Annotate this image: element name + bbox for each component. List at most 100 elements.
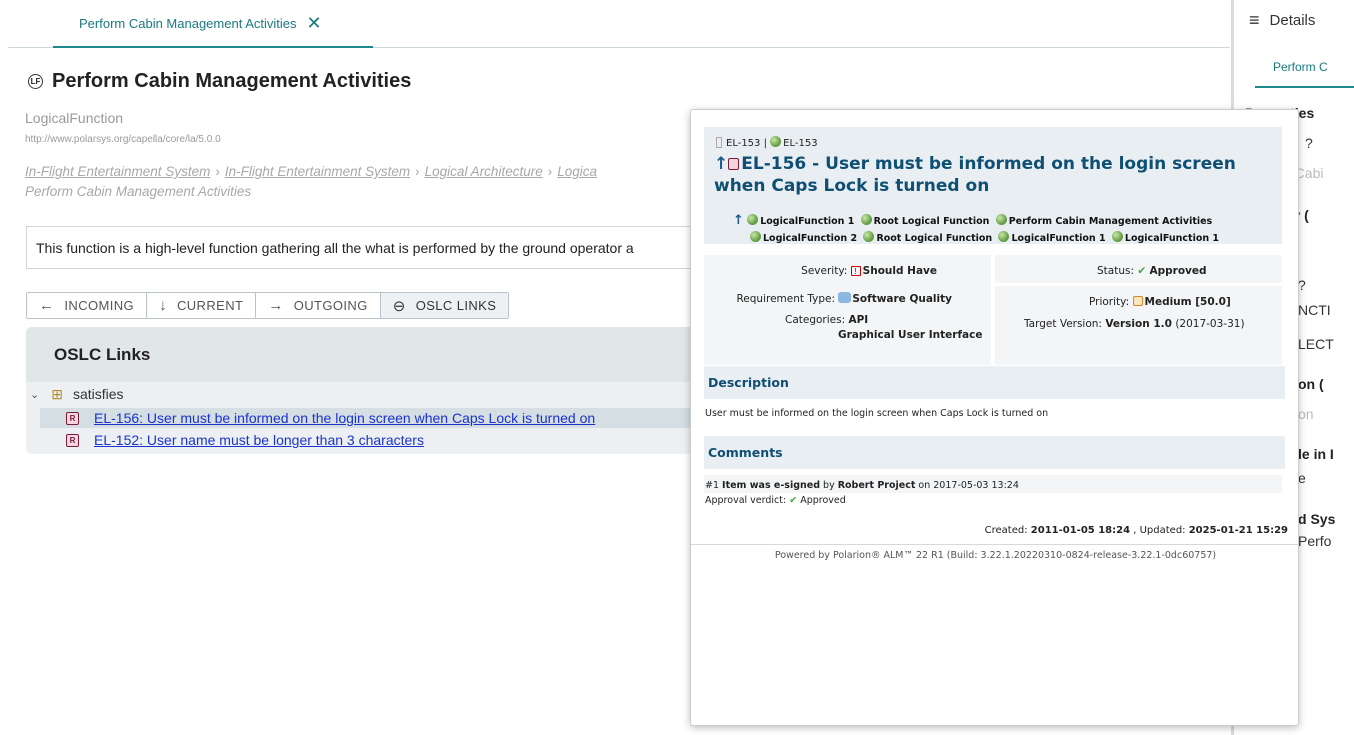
arrow-left-icon: ← (39, 297, 55, 314)
linked-item[interactable]: Root Logical Function (860, 214, 990, 227)
globe-icon (1111, 231, 1123, 242)
details-line: d Sys (1298, 511, 1336, 527)
quality-icon (838, 292, 852, 303)
details-tab[interactable]: Perform C (1255, 48, 1354, 88)
metamodel-uri: http://www.polarsys.org/capella/core/la/… (25, 134, 221, 145)
linked-item[interactable]: Perform Cabin Management Activities (995, 214, 1212, 227)
linked-items-row: LogicalFunction 2 Root Logical Function … (750, 231, 1222, 244)
created-updated: Created: 2011-01-05 18:24 , Updated: 202… (985, 525, 1288, 536)
oslc-link[interactable]: EL-152: User name must be longer than 3 … (94, 432, 424, 448)
description-text: User must be informed on the login scree… (705, 408, 1049, 419)
arrow-up-icon: ↑ (714, 154, 729, 174)
details-line: e (1298, 470, 1306, 486)
comment-date: on 2017-05-03 13:24 (915, 480, 1019, 491)
linked-items-row: ↑ LogicalFunction 1 Root Logical Functio… (733, 213, 1215, 228)
comment-number: #1 (705, 480, 723, 491)
field-value: Medium [50.0] (1144, 296, 1231, 308)
link-icon: ⊖ (392, 297, 406, 315)
list-item[interactable]: R EL-156: User must be informed on the l… (40, 408, 716, 428)
properties-table: Severity: ! Should Have Status: ✔ Approve… (704, 255, 1282, 365)
linked-item[interactable]: LogicalFunction 2 (750, 231, 857, 244)
linked-item-label: LogicalFunction 1 (1124, 233, 1220, 244)
linked-item[interactable]: LogicalFunction 1 (1111, 231, 1220, 244)
details-line: le in I (1298, 446, 1334, 462)
current-button[interactable]: ↓ CURRENT (147, 293, 257, 318)
tree-group-label: satisfies (72, 386, 124, 402)
incoming-button[interactable]: ← INCOMING (27, 293, 148, 318)
globe-icon (998, 231, 1010, 242)
help-icon[interactable]: ? (1298, 277, 1306, 293)
comment-author: Robert Project (837, 480, 916, 491)
list-item[interactable]: R EL-152: User name must be longer than … (40, 430, 716, 450)
details-line: LECT (1298, 336, 1334, 352)
arrow-right-icon: → (268, 297, 284, 314)
globe-icon (860, 214, 872, 225)
globe-icon (995, 214, 1007, 225)
category-value: Graphical User Interface (838, 329, 983, 341)
requirement-icon: R (66, 411, 79, 425)
breadcrumb-item[interactable]: Logical Architecture (425, 164, 543, 179)
description-text: This function is a high-level function g… (36, 239, 634, 256)
created-label: Created: (984, 525, 1031, 536)
menu-icon[interactable]: ≡ (1249, 10, 1260, 31)
tree-group-satisfies[interactable]: ⌄ ⊞ satisfies (30, 384, 124, 404)
field-label: Status: (1097, 265, 1134, 277)
relation-icon: ⊞ (51, 385, 63, 402)
work-item-id: EL-156 (741, 154, 807, 174)
current-label: CURRENT (176, 298, 244, 313)
field-label: Severity: (801, 265, 848, 277)
field-value: Should Have (862, 265, 937, 277)
powered-by: Powered by Polarion® ALM™ 22 R1 (Build: … (774, 550, 1217, 561)
details-line: Perfo (1298, 533, 1332, 549)
severity-field: Severity: ! Should Have (801, 265, 937, 277)
globe-icon (770, 136, 782, 147)
comment-title: Item was e-signed (722, 480, 821, 491)
globe-icon (863, 231, 875, 242)
target-version-field: Target Version: Version 1.0 (2017-03-31) (1024, 318, 1245, 330)
globe-icon (747, 214, 759, 225)
field-value: Software Quality (852, 293, 952, 305)
element-type: LogicalFunction (25, 110, 124, 126)
view-switcher: ← INCOMING ↓ CURRENT → OUTGOING ⊖ OSLC LINKS (26, 292, 510, 319)
oslc-links-heading: OSLC Links (26, 327, 716, 382)
field-value: Version 1.0 (1105, 318, 1172, 330)
page-title-text: Perform Cabin Management Activities (52, 70, 412, 92)
verdict-value: Approved (800, 495, 846, 506)
field-label: Target Version: (1024, 318, 1102, 330)
breadcrumb-item[interactable]: Logica (557, 164, 597, 179)
verdict-label: Approval verdict: (705, 495, 790, 506)
close-icon[interactable]: ✕ (306, 14, 321, 32)
outgoing-button[interactable]: → OUTGOING (256, 293, 381, 318)
details-line: on ( (1298, 376, 1324, 392)
check-icon: ✔ (1137, 265, 1147, 277)
field-value: (2017-03-31) (1171, 318, 1245, 330)
field-value: Approved (1149, 265, 1207, 277)
chevron-down-icon[interactable]: ⌄ (30, 388, 39, 401)
oslc-link[interactable]: EL-156: User must be informed on the log… (94, 410, 595, 426)
work-item-hover-popup: EL-153 | EL-153 ↑ EL-156 - User must be i… (690, 109, 1299, 726)
linked-item[interactable]: LogicalFunction 1 (998, 231, 1106, 244)
field-label: Categories: (785, 314, 846, 326)
tab-perform-cabin-management[interactable]: Perform Cabin Management Activities ✕ (53, 0, 373, 48)
breadcrumb-item[interactable]: In-Flight Entertainment System (25, 164, 210, 179)
breadcrumb-item[interactable]: In-Flight Entertainment System (225, 164, 410, 179)
linked-item[interactable]: Root Logical Function (863, 231, 992, 244)
globe-icon (750, 231, 761, 242)
created-value: 2011-01-05 18:24 (1030, 525, 1131, 536)
parent-ref-text: EL-153 | (726, 138, 771, 149)
details-line: NCTI (1298, 302, 1331, 318)
description-box: This function is a high-level function g… (26, 226, 706, 269)
categories-field: Graphical User Interface (838, 329, 982, 341)
description-heading: Description (704, 366, 1285, 399)
linked-item[interactable]: LogicalFunction 1 (747, 214, 854, 227)
popup-header: EL-153 | EL-153 ↑ EL-156 - User must be i… (704, 127, 1282, 244)
check-icon: ✔ (789, 495, 798, 506)
updated-label: , Updated: (1130, 525, 1189, 536)
help-icon[interactable]: ? (1305, 135, 1313, 151)
parent-reference[interactable]: EL-153 | EL-153 (716, 136, 818, 149)
oslc-links-button[interactable]: ⊖ OSLC LINKS (380, 293, 509, 318)
popup-title[interactable]: ↑ EL-156 - User must be informed on the l… (714, 153, 1274, 197)
editor-tab-strip: Perform Cabin Management Activities ✕ (8, 0, 1230, 48)
linked-item-label: Root Logical Function (873, 216, 990, 227)
updated-value: 2025-01-21 15:29 (1188, 525, 1288, 536)
